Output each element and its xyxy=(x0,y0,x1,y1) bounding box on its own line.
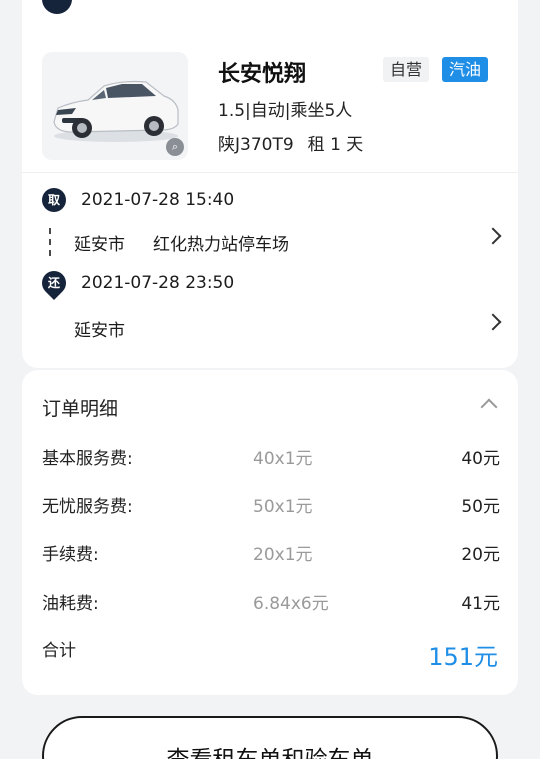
return-time: 2021-07-28 23:50 xyxy=(81,273,235,293)
fee-calc: 50x1元 xyxy=(253,497,313,517)
fee-row: 手续费: 20x1元 20元 xyxy=(42,540,500,565)
fee-row: 油耗费: 6.84x6元 41元 xyxy=(42,589,500,614)
fee-row: 基本服务费: 40x1元 40元 xyxy=(42,444,500,469)
fee-amount: 41元 xyxy=(461,594,500,614)
fee-label: 油耗费: xyxy=(42,594,99,614)
pickup-station: 红化热力站停车场 xyxy=(153,235,289,255)
pickup-pin-icon: 取 xyxy=(42,188,66,212)
vehicle-name: 长安悦翔 xyxy=(218,62,307,87)
fee-amount: 40元 xyxy=(461,449,500,469)
fee-amount: 50元 xyxy=(461,497,500,517)
fee-amount: 20元 xyxy=(461,545,500,565)
fee-label: 无忧服务费: xyxy=(42,497,133,517)
route-dash-line xyxy=(49,228,51,256)
return-pin-label: 还 xyxy=(47,276,61,291)
fee-calc: 20x1元 xyxy=(253,545,313,565)
fee-calc: 40x1元 xyxy=(253,449,313,469)
divider xyxy=(22,172,518,173)
view-rental-and-inspection-button[interactable]: 查看租车单和验车单 xyxy=(42,716,498,759)
pickup-city: 延安市 xyxy=(74,235,125,255)
zoom-icon[interactable]: ⌕ xyxy=(166,138,184,156)
vehicle-plate-row: 陕J370T9 租 1 天 xyxy=(218,130,363,155)
plate-number: 陕J370T9 xyxy=(218,135,294,155)
total-label: 合计 xyxy=(42,641,76,661)
return-city: 延安市 xyxy=(74,321,125,341)
rental-duration: 租 1 天 xyxy=(307,135,364,155)
fee-calc: 6.84x6元 xyxy=(253,594,329,614)
fuel-type-badge: 汽油 xyxy=(442,57,489,82)
header-remnant xyxy=(42,0,72,14)
total-amount: 151元 xyxy=(428,643,498,671)
fee-label: 手续费: xyxy=(42,545,99,565)
vehicle-spec: 1.5|自动|乘坐5人 xyxy=(218,101,353,121)
brand-logo xyxy=(42,0,72,14)
fee-label: 基本服务费: xyxy=(42,449,133,469)
fee-row: 无忧服务费: 50x1元 50元 xyxy=(42,492,500,517)
self-operated-badge: 自营 xyxy=(383,57,430,82)
pickup-location[interactable]: 延安市 红化热力站停车场 xyxy=(74,230,289,255)
car-photo[interactable]: ⌕ xyxy=(42,52,188,160)
return-location[interactable]: 延安市 xyxy=(74,316,125,341)
pickup-time: 2021-07-28 15:40 xyxy=(81,190,235,210)
order-detail-title: 订单明细 xyxy=(42,398,119,420)
